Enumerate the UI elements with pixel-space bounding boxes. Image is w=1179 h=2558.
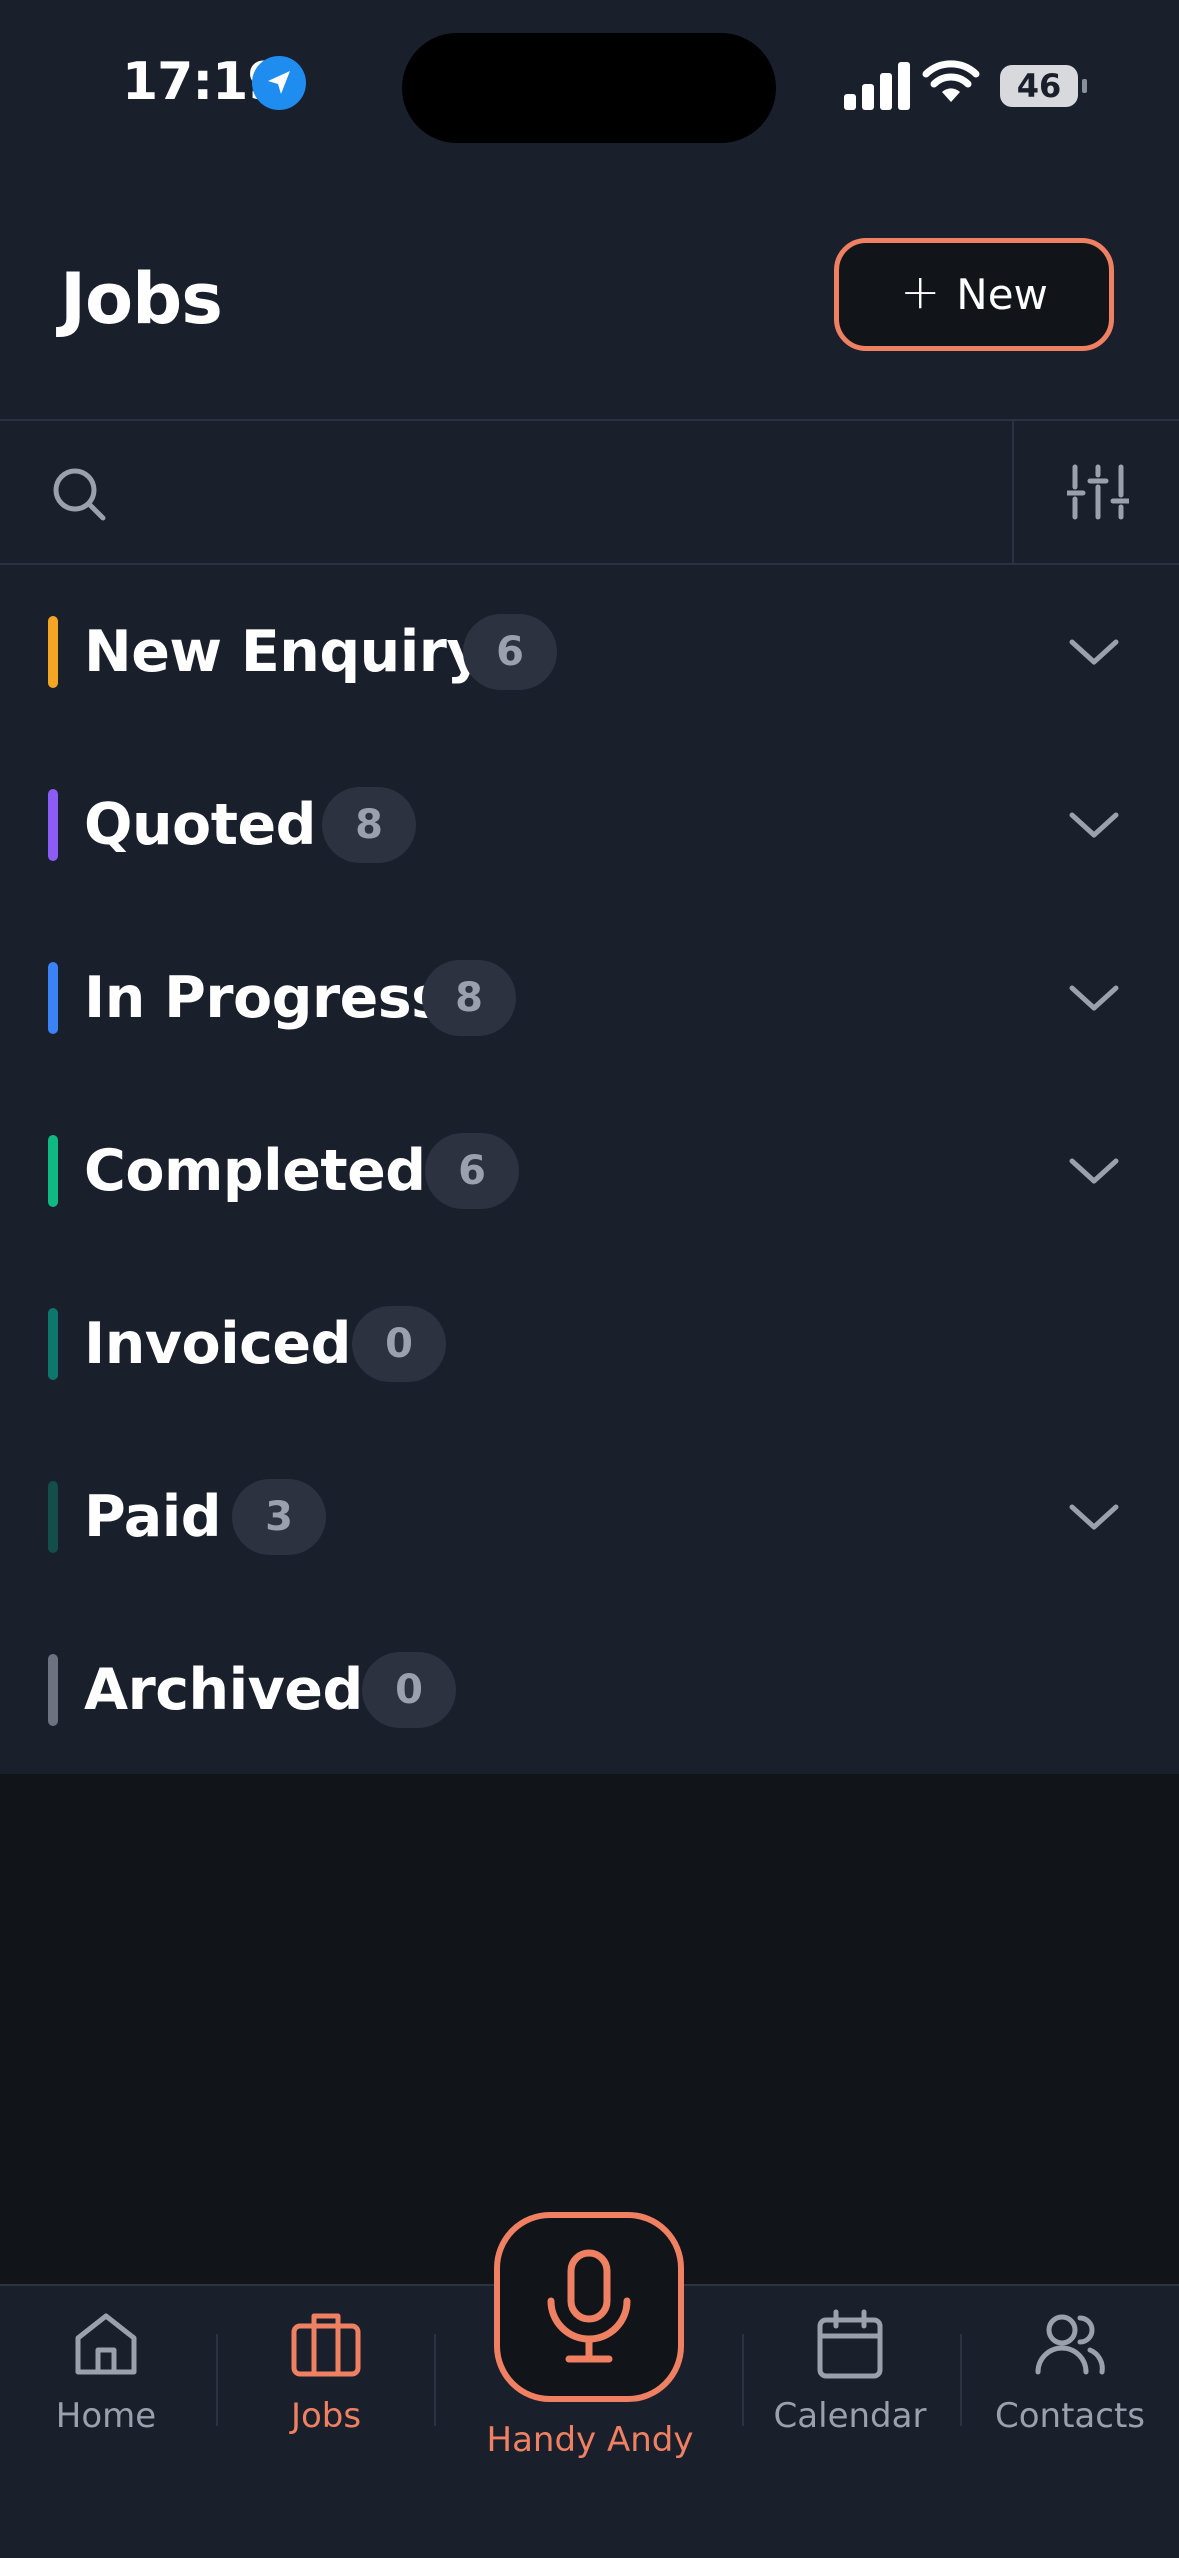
search-icon	[53, 468, 106, 521]
section-label: Quoted	[84, 791, 316, 858]
section-label: In Progress	[84, 964, 445, 1031]
tab-divider	[742, 2334, 744, 2426]
section-label: Completed	[84, 1137, 426, 1204]
chevron-down-icon[interactable]	[1068, 978, 1120, 1018]
tab-contacts[interactable]: Contacts	[990, 2306, 1150, 2456]
section-count-badge: 8	[322, 786, 416, 863]
section-paid[interactable]: Paid 3	[0, 1430, 1179, 1603]
status-color-bar	[48, 615, 58, 688]
status-color-bar	[48, 1134, 58, 1207]
section-quoted[interactable]: Quoted 8	[0, 738, 1179, 911]
section-label: Invoiced	[84, 1310, 351, 1377]
tab-divider	[960, 2334, 962, 2426]
search-input[interactable]	[130, 451, 984, 535]
filter-button[interactable]	[1012, 421, 1179, 563]
page-header: Jobs + New	[0, 180, 1179, 421]
tab-label: Jobs	[290, 2396, 362, 2436]
section-label: Archived	[84, 1656, 363, 1723]
briefcase-icon	[291, 2313, 361, 2377]
battery-indicator: 46	[1000, 65, 1087, 107]
section-count-badge: 6	[463, 613, 557, 690]
home-icon	[75, 2313, 137, 2375]
plus-icon: +	[900, 263, 941, 320]
chevron-down-icon[interactable]	[1068, 1151, 1120, 1191]
section-count-badge: 0	[352, 1305, 446, 1382]
tab-label: Calendar	[773, 2396, 927, 2436]
section-invoiced[interactable]: Invoiced 0	[0, 1257, 1179, 1430]
chevron-down-icon[interactable]	[1068, 805, 1120, 845]
chevron-down-icon[interactable]	[1068, 632, 1120, 672]
tab-home[interactable]: Home	[46, 2306, 166, 2456]
section-in-progress[interactable]: In Progress 8	[0, 911, 1179, 1084]
chevron-down-icon[interactable]	[1068, 1497, 1120, 1537]
section-count-badge: 8	[422, 959, 516, 1036]
section-label: Paid	[84, 1483, 222, 1550]
status-bar: 17:19 46	[0, 0, 1179, 180]
tab-calendar[interactable]: Calendar	[770, 2306, 930, 2456]
handy-andy-label: Handy Andy	[486, 2420, 694, 2460]
sliders-icon	[1066, 464, 1129, 520]
tab-jobs[interactable]: Jobs	[266, 2306, 386, 2456]
status-color-bar	[48, 1480, 58, 1553]
status-color-bar	[48, 788, 58, 861]
section-count-badge: 3	[232, 1478, 326, 1555]
section-archived[interactable]: Archived 0	[0, 1603, 1179, 1776]
tab-label: Contacts	[995, 2396, 1145, 2436]
status-color-bar	[48, 961, 58, 1034]
empty-space	[0, 1774, 1179, 2284]
tab-divider	[434, 2334, 436, 2426]
section-count-badge: 6	[425, 1132, 519, 1209]
microphone-icon	[547, 2249, 631, 2363]
section-completed[interactable]: Completed 6	[0, 1084, 1179, 1257]
page-title: Jobs	[60, 258, 223, 340]
section-count-badge: 0	[362, 1651, 456, 1728]
new-button-label: New	[956, 270, 1048, 319]
new-job-button[interactable]: + New	[834, 238, 1114, 351]
dynamic-island	[402, 33, 776, 143]
wifi-icon	[922, 60, 980, 102]
section-new-enquiry[interactable]: New Enquiry 6	[0, 565, 1179, 738]
contacts-icon	[1035, 2314, 1105, 2375]
job-status-list: New Enquiry 6 Quoted 8 In Progress 8 Com…	[0, 565, 1179, 1774]
search-bar	[0, 421, 1179, 565]
location-arrow-icon	[252, 56, 306, 110]
section-label: New Enquiry	[84, 618, 484, 685]
tab-divider	[216, 2334, 218, 2426]
status-color-bar	[48, 1307, 58, 1380]
status-color-bar	[48, 1653, 58, 1726]
calendar-icon	[817, 2309, 883, 2379]
tab-label: Home	[55, 2396, 157, 2436]
handy-andy-voice-button[interactable]	[494, 2212, 684, 2402]
